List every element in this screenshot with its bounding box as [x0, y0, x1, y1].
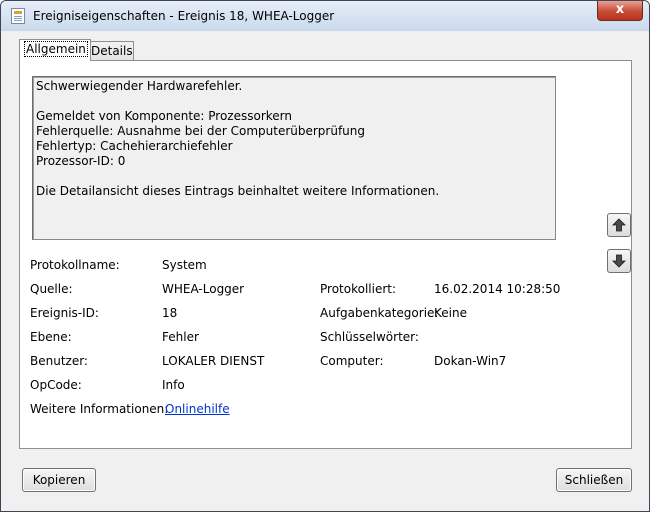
copy-button[interactable]: Kopieren: [22, 468, 96, 492]
window-close-button[interactable]: x: [597, 1, 643, 21]
protokollname-value: System: [162, 258, 207, 272]
benutzer-label: Benutzer:: [30, 354, 88, 368]
close-button[interactable]: Schließen: [556, 468, 632, 492]
event-viewer-app-icon: [11, 8, 25, 24]
aufgabenkategorie-label: Aufgabenkategorie:: [320, 306, 439, 320]
aufgabenkategorie-value: Keine: [434, 306, 467, 320]
protokollname-label: Protokollname:: [30, 258, 120, 272]
ebene-label: Ebene:: [30, 330, 72, 344]
dialog-client-area: Allgemein Details Schwerwiegender Hardwa…: [8, 31, 642, 504]
description-line: Fehlertyp: Cachehierarchiefehler: [36, 139, 233, 153]
window-title: Ereigniseigenschaften - Ereignis 18, WHE…: [33, 9, 335, 23]
opcode-value: Info: [162, 378, 185, 392]
weitere-informationen-label: Weitere Informationen:: [30, 402, 169, 416]
opcode-label: OpCode:: [30, 378, 82, 392]
ebene-value: Fehler: [162, 330, 199, 344]
next-event-button[interactable]: [607, 249, 631, 273]
description-line: Prozessor-ID: 0: [36, 154, 126, 168]
quelle-label: Quelle:: [30, 282, 73, 296]
computer-value: Dokan-Win7: [434, 354, 507, 368]
general-tab-panel: Schwerwiegender Hardwarefehler. Gemeldet…: [19, 60, 632, 449]
description-line: Fehlerquelle: Ausnahme bei der Computerü…: [36, 124, 366, 138]
event-properties-window: Ereigniseigenschaften - Ereignis 18, WHE…: [0, 0, 650, 512]
description-line: Schwerwiegender Hardwarefehler.: [36, 79, 243, 93]
computer-label: Computer:: [320, 354, 384, 368]
previous-event-button[interactable]: [607, 213, 631, 237]
description-line: Gemeldet von Komponente: Prozessorkern: [36, 109, 293, 123]
schluesselwoerter-label: Schlüsselwörter:: [320, 330, 419, 344]
quelle-value: WHEA-Logger: [162, 282, 245, 296]
protokolliert-value: 16.02.2014 10:28:50: [434, 282, 561, 296]
benutzer-value: LOKALER DIENST: [162, 354, 265, 368]
ereignis-id-value: 18: [162, 306, 178, 320]
onlinehilfe-link[interactable]: Onlinehilfe: [165, 402, 230, 416]
ereignis-id-label: Ereignis-ID:: [30, 306, 99, 320]
tab-allgemein-label: Allgemein: [24, 41, 88, 57]
description-line: Die Detailansicht dieses Eintrags beinha…: [36, 184, 440, 198]
arrow-up-icon: [612, 218, 626, 232]
event-description-box[interactable]: Schwerwiegender Hardwarefehler. Gemeldet…: [32, 76, 556, 240]
title-bar[interactable]: Ereigniseigenschaften - Ereignis 18, WHE…: [1, 1, 649, 31]
protokolliert-label: Protokolliert:: [320, 282, 397, 296]
tab-details[interactable]: Details: [86, 41, 134, 61]
arrow-down-icon: [612, 254, 626, 268]
tab-allgemein[interactable]: Allgemein: [19, 39, 91, 61]
